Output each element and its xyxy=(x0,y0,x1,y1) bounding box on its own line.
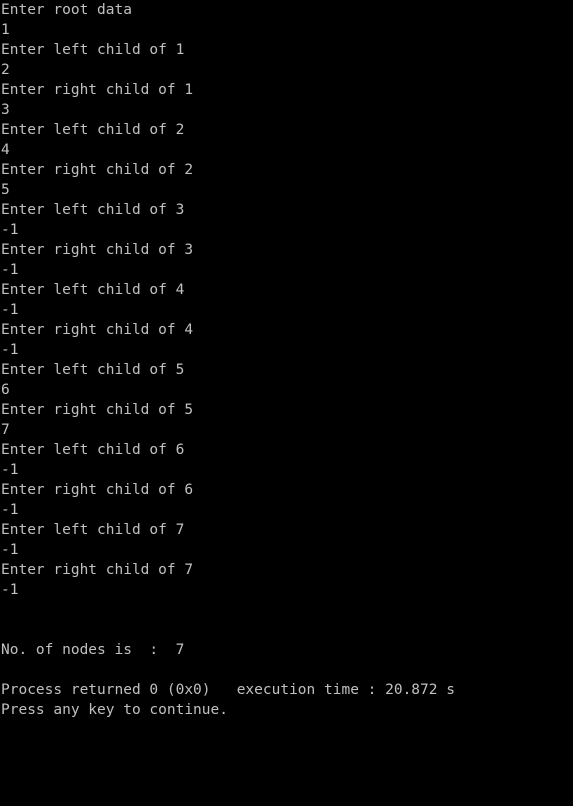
console-line: Enter left child of 7 xyxy=(1,522,185,538)
console-line: -1 xyxy=(1,582,19,598)
console-line: -1 xyxy=(1,302,19,318)
console-line: 3 xyxy=(1,102,10,118)
console-line: -1 xyxy=(1,222,19,238)
console-line: Enter right child of 3 xyxy=(1,242,194,258)
console-line: -1 xyxy=(1,542,19,558)
console-line: Enter right child of 7 xyxy=(1,562,194,578)
console-line: 6 xyxy=(1,382,10,398)
console-line: 2 xyxy=(1,62,10,78)
console-line: Process returned 0 (0x0) execution time … xyxy=(1,682,455,698)
console-line: Enter left child of 3 xyxy=(1,202,185,218)
console-line: Enter right child of 2 xyxy=(1,162,194,178)
console-line: No. of nodes is : 7 xyxy=(1,642,185,658)
console-line: 1 xyxy=(1,22,10,38)
console-line: Enter right child of 6 xyxy=(1,482,194,498)
console-line: Press any key to continue. xyxy=(1,702,228,718)
console-line: 5 xyxy=(1,182,10,198)
console-line: Enter left child of 1 xyxy=(1,42,185,58)
console-line: 7 xyxy=(1,422,10,438)
console-line: -1 xyxy=(1,262,19,278)
console-output: Enter root data 1 Enter left child of 1 2 En… xyxy=(0,0,573,806)
console-line: Enter left child of 4 xyxy=(1,282,185,298)
console-line: Enter root data xyxy=(1,2,132,18)
console-line: -1 xyxy=(1,462,19,478)
console-line: 4 xyxy=(1,142,10,158)
console-line: -1 xyxy=(1,502,19,518)
console-line: Enter right child of 1 xyxy=(1,82,194,98)
console-line: Enter right child of 4 xyxy=(1,322,194,338)
console-line: -1 xyxy=(1,342,19,358)
console-line: Enter left child of 5 xyxy=(1,362,185,378)
console-line: Enter left child of 6 xyxy=(1,442,185,458)
console-line: Enter left child of 2 xyxy=(1,122,185,138)
console-line: Enter right child of 5 xyxy=(1,402,194,418)
